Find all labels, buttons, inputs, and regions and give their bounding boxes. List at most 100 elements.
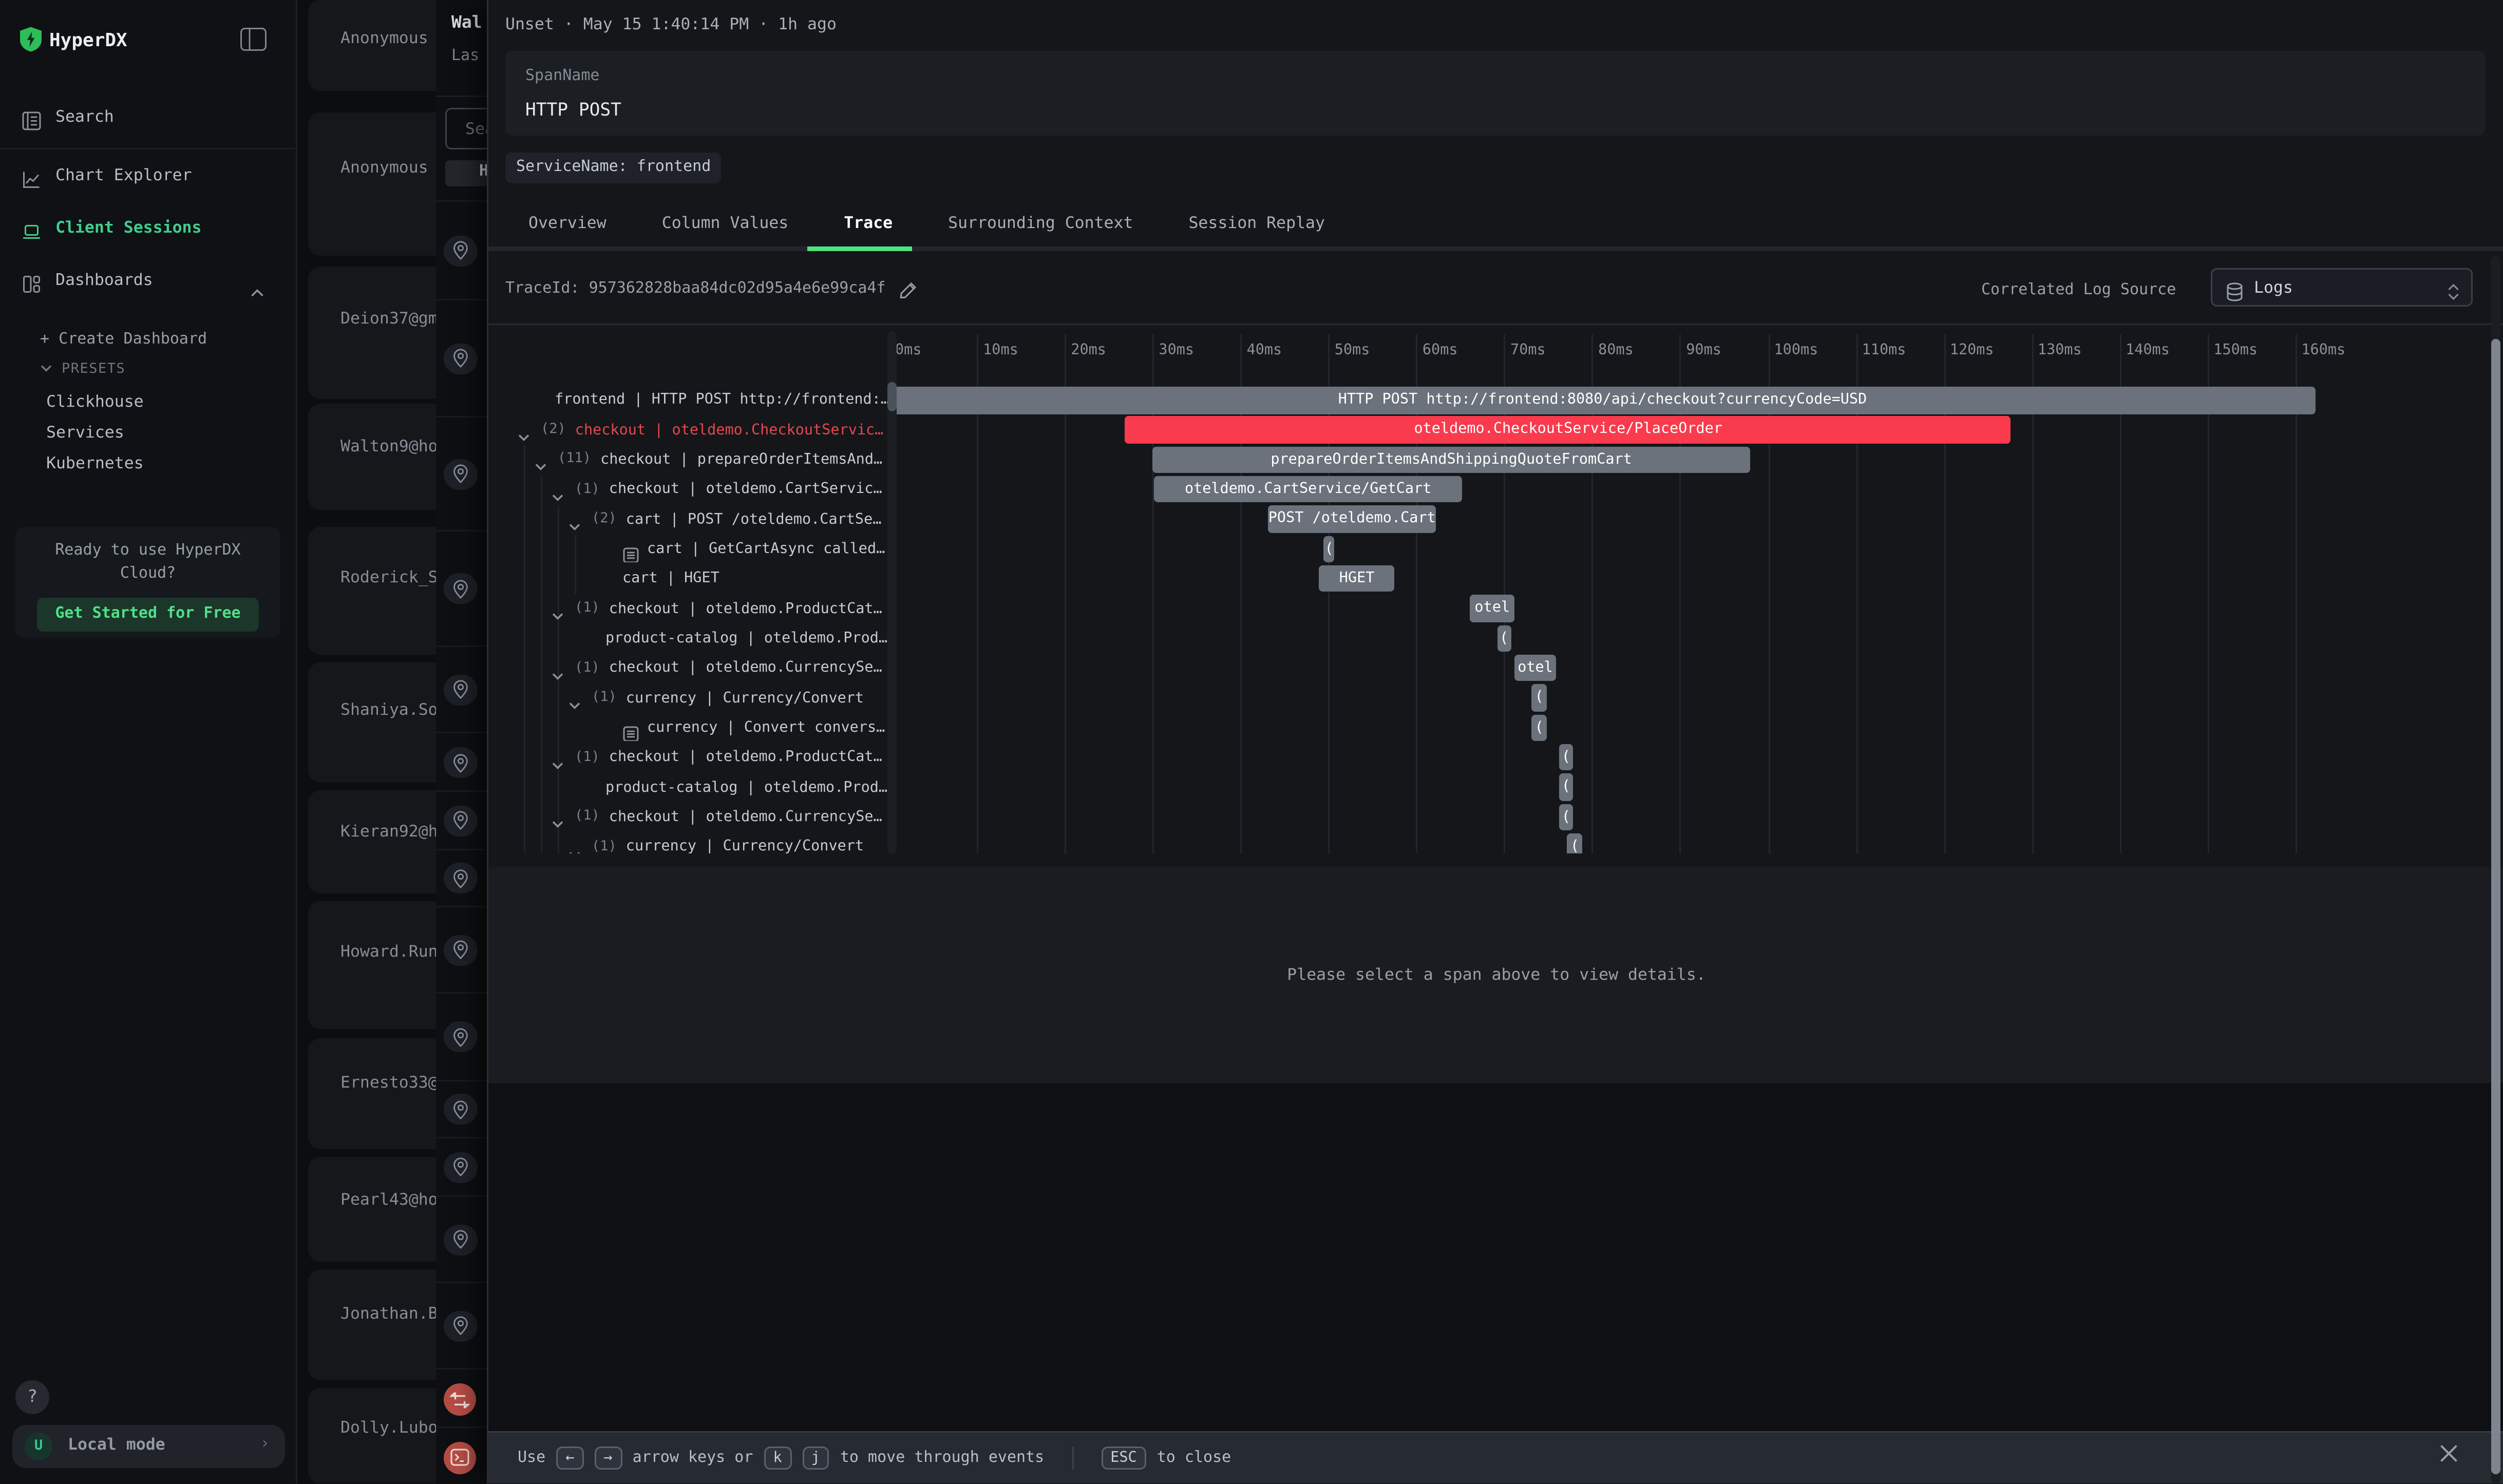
chevron-down-icon[interactable] xyxy=(550,750,565,765)
session-user-name: Anonymous xyxy=(340,159,428,177)
event-row[interactable] xyxy=(436,790,487,848)
session-card[interactable]: Anonymous xyxy=(308,112,436,256)
chevron-down-icon[interactable] xyxy=(516,422,532,437)
session-card[interactable]: Roderick_S xyxy=(308,527,436,655)
event-row[interactable] xyxy=(436,530,487,645)
help-button[interactable]: ? xyxy=(15,1380,49,1414)
event-row[interactable] xyxy=(436,200,487,298)
span-tree-row[interactable]: (11)checkout | prepareOrderItemsAnd… xyxy=(505,446,900,473)
preset-item-clickhouse[interactable]: Clickhouse xyxy=(46,393,144,411)
span-bar[interactable]: ( xyxy=(1324,536,1335,563)
span-label: frontend | HTTP POST http://frontend:… xyxy=(555,392,889,409)
event-row[interactable] xyxy=(436,1426,487,1483)
sidebar-item-chart-explorer[interactable]: Chart Explorer xyxy=(0,159,297,196)
span-tree-row[interactable]: cart | HGET xyxy=(505,565,900,593)
preset-item-kubernetes[interactable]: Kubernetes xyxy=(46,454,144,473)
span-tree-row[interactable]: (1)checkout | oteldemo.CurrencySe… xyxy=(505,804,900,831)
event-row[interactable] xyxy=(436,298,487,415)
span-bar[interactable]: ( xyxy=(1531,714,1547,741)
span-bar[interactable]: ( xyxy=(1497,625,1511,652)
session-user-name: Jonathan.B xyxy=(340,1305,436,1323)
session-list: Anonymous Anonymous Deion37@gmWalton9@ho Ro… xyxy=(297,0,436,1484)
preset-item-services[interactable]: Services xyxy=(46,424,124,442)
chevron-down-icon[interactable] xyxy=(533,452,548,467)
event-row[interactable] xyxy=(436,992,487,1079)
session-card[interactable]: Walton9@ho xyxy=(308,404,436,510)
span-tree-row[interactable]: (1)checkout | oteldemo.CartServic… xyxy=(505,476,900,503)
session-card[interactable]: Jonathan.B xyxy=(308,1269,436,1380)
span-bar[interactable]: ( xyxy=(1567,833,1582,853)
panel-scrollbar[interactable] xyxy=(2491,256,2501,1483)
span-tree-row[interactable]: (1)currency | Currency/Convert xyxy=(505,684,900,712)
sidebar-collapse-icon[interactable] xyxy=(240,28,267,51)
span-tree-row[interactable]: (1)currency | Currency/Convert xyxy=(505,833,900,853)
sidebar-item-dashboards[interactable]: Dashboards xyxy=(0,263,297,300)
span-bar[interactable]: HTTP POST http://frontend:8080/api/check… xyxy=(889,387,2316,414)
session-card[interactable]: Ernesto33@ xyxy=(308,1038,436,1149)
close-icon[interactable] xyxy=(2437,1442,2460,1465)
span-tree-row[interactable]: product-catalog | oteldemo.Prod… xyxy=(505,625,900,652)
event-row[interactable] xyxy=(436,1079,487,1137)
sidebar: HyperDX SearchChart ExplorerClient Sessi… xyxy=(0,0,297,1484)
location-pin-icon xyxy=(444,574,478,604)
event-row[interactable] xyxy=(436,1368,487,1426)
tree-scrollbar-thumb[interactable] xyxy=(887,382,896,411)
event-row[interactable] xyxy=(436,848,487,905)
event-row[interactable] xyxy=(436,645,487,732)
span-bar[interactable]: oteldemo.CartService/GetCart xyxy=(1153,476,1463,503)
span-bar[interactable]: ( xyxy=(1531,684,1547,712)
span-tree-row[interactable]: currency | Convert convers… xyxy=(505,714,900,741)
sidebar-item-search[interactable]: Search xyxy=(0,100,297,137)
get-started-button[interactable]: Get Started for Free xyxy=(37,598,259,632)
span-tree-row[interactable]: (2)cart | POST /oteldemo.CartSe… xyxy=(505,506,900,533)
span-tree-row[interactable]: frontend | HTTP POST http://frontend:… xyxy=(505,387,900,414)
location-pin-icon xyxy=(444,1094,478,1125)
event-row[interactable] xyxy=(436,1137,487,1195)
event-row[interactable] xyxy=(436,1195,487,1281)
event-row[interactable] xyxy=(436,415,487,530)
span-bar[interactable]: otel xyxy=(1514,655,1556,682)
session-card[interactable]: Kieran92@h xyxy=(308,790,436,893)
span-bar[interactable]: ( xyxy=(1559,804,1573,831)
span-tree-row[interactable]: (2)checkout | oteldemo.CheckoutServic… xyxy=(505,416,900,444)
session-card[interactable]: Shaniya.So xyxy=(308,662,436,783)
session-card[interactable]: Howard.Run xyxy=(308,901,436,1029)
span-tree-row[interactable]: (1)checkout | oteldemo.ProductCat… xyxy=(505,595,900,622)
user-mode-button[interactable]: U Local mode › xyxy=(12,1425,285,1468)
session-card[interactable]: Deion37@gm xyxy=(308,267,436,399)
chevron-down-icon[interactable] xyxy=(550,601,565,616)
event-row[interactable] xyxy=(436,1281,487,1368)
presets-section[interactable]: PRESETS xyxy=(40,362,125,377)
chevron-down-icon[interactable] xyxy=(550,482,565,497)
span-bar[interactable]: oteldemo.CheckoutService/PlaceOrder xyxy=(1125,416,2011,444)
span-bar[interactable]: otel xyxy=(1470,595,1514,622)
session-card[interactable]: Pearl43@ho xyxy=(308,1157,436,1262)
session-card[interactable]: Dolly.Lubo xyxy=(308,1388,436,1483)
span-bar[interactable]: ( xyxy=(1559,774,1573,801)
create-dashboard-button[interactable]: + Create Dashboard xyxy=(40,331,207,348)
span-tree-row[interactable]: (1)checkout | oteldemo.ProductCat… xyxy=(505,744,900,771)
session-card[interactable]: Anonymous xyxy=(308,0,436,91)
chevron-down-icon[interactable] xyxy=(550,809,565,825)
event-row[interactable] xyxy=(436,905,487,993)
span-bar[interactable]: POST /oteldemo.Cart xyxy=(1267,506,1436,533)
chevron-down-icon[interactable] xyxy=(567,511,582,527)
chevron-down-icon[interactable] xyxy=(567,690,582,706)
key-arrow-left: ← xyxy=(556,1447,583,1470)
event-search-input[interactable]: Sea xyxy=(445,108,487,149)
chevron-down-icon[interactable] xyxy=(550,660,565,676)
event-filter-chip[interactable]: H xyxy=(445,160,487,186)
chevron-down-icon[interactable] xyxy=(567,839,582,853)
axis-tick-label: 90ms xyxy=(1686,342,1721,359)
span-tree-row[interactable]: product-catalog | oteldemo.Prod… xyxy=(505,774,900,801)
span-tree-row[interactable]: cart | GetCartAsync called… xyxy=(505,536,900,563)
span-bar[interactable]: ( xyxy=(1559,744,1573,771)
panel-scrollbar-thumb[interactable] xyxy=(2491,339,2501,1474)
event-row[interactable] xyxy=(436,732,487,790)
span-bar[interactable]: HGET xyxy=(1319,565,1394,593)
span-bar[interactable]: prepareOrderItemsAndShippingQuoteFromCar… xyxy=(1152,446,1750,473)
tree-scrollbar[interactable] xyxy=(887,331,896,853)
span-tree-row[interactable]: (1)checkout | oteldemo.CurrencySe… xyxy=(505,655,900,682)
child-count: (11) xyxy=(558,452,591,467)
sidebar-item-client-sessions[interactable]: Client Sessions xyxy=(0,211,297,248)
